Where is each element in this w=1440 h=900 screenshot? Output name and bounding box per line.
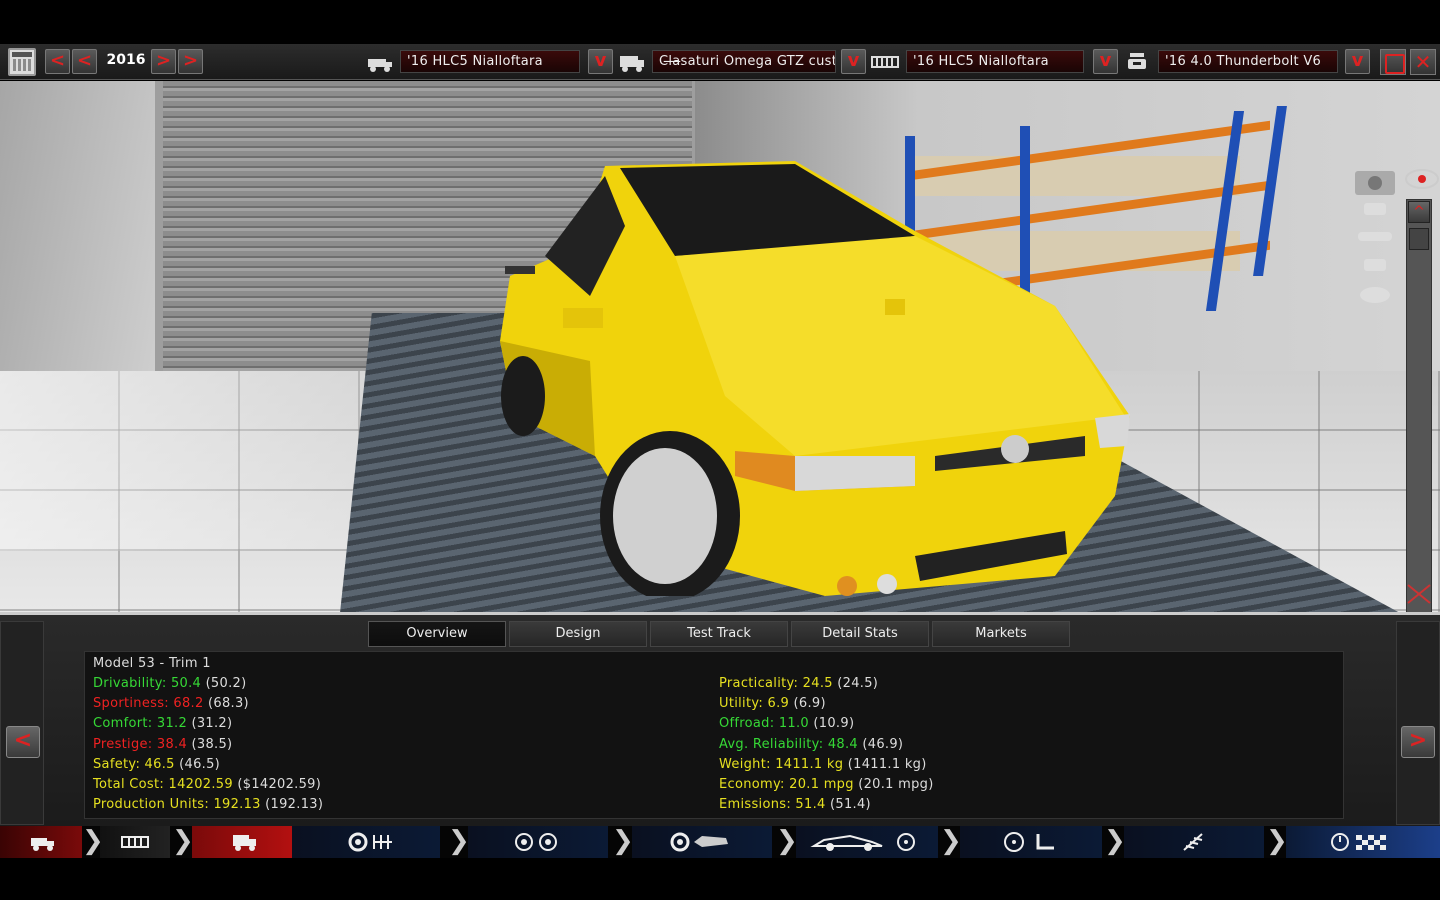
- year-forward-button[interactable]: >: [151, 49, 176, 74]
- stat-safety: Safety: 46.5 (46.5): [93, 756, 221, 772]
- chevron-right-icon: ❯: [1104, 826, 1126, 856]
- year-back-button[interactable]: <: [72, 49, 97, 74]
- chevron-right-icon: ❯: [940, 826, 962, 856]
- tab-test-track[interactable]: Test Track: [650, 621, 788, 647]
- step-suspension[interactable]: [1124, 826, 1264, 858]
- stat-sportiness: Sportiness: 68.2 (68.3): [93, 696, 249, 712]
- step-engine[interactable]: [292, 826, 440, 858]
- step-aero[interactable]: [632, 826, 772, 858]
- stat-production-units: Production Units: 192.13 (192.13): [93, 797, 324, 813]
- stat-offroad: Offroad: 11.0 (10.9): [719, 716, 855, 732]
- trim-title: Model 53 - Trim 1: [93, 656, 211, 671]
- step-testing[interactable]: [1286, 826, 1440, 858]
- camera-icon[interactable]: [1355, 171, 1395, 195]
- info-panel: < > Overview Design Test Track Detail St…: [0, 612, 1440, 826]
- top-toolbar: < < 2016 > > '16 HLC5 Nialloftara v Cl̶a…: [0, 44, 1440, 80]
- chevron-right-icon: ❯: [1266, 826, 1288, 856]
- year-forward-fast-button[interactable]: >: [178, 49, 203, 74]
- stat-utility: Utility: 6.9 (6.9): [719, 696, 826, 712]
- zoom-scrollbar[interactable]: ^ v: [1406, 199, 1432, 612]
- workflow-nav: ❯ ❯ ❯ ❯ ❯ ❯ ❯ ❯: [0, 826, 1440, 858]
- stat-practicality: Practicality: 24.5 (24.5): [719, 676, 879, 691]
- suspension-spring-icon: [1183, 833, 1203, 851]
- chassis-select[interactable]: '16 HLC5 Nialloftara: [906, 50, 1084, 73]
- reset-view-icon[interactable]: [1404, 581, 1434, 607]
- car-model[interactable]: [495, 156, 1145, 596]
- overview-stats: Model 53 - Trim 1 Drivability: 50.4 (50.…: [84, 651, 1344, 819]
- scroll-up-button[interactable]: ^: [1408, 201, 1430, 223]
- gear-shift-icon: [348, 832, 392, 852]
- aero-icon: [670, 832, 728, 852]
- step-chassis[interactable]: [100, 826, 170, 858]
- panel-tabs: Overview Design Test Track Detail Stats …: [368, 621, 1072, 647]
- stats-right-column: Practicality: 24.5 (24.5) Utility: 6.9 (…: [719, 674, 934, 815]
- tab-markets[interactable]: Markets: [932, 621, 1070, 647]
- save-icon[interactable]: [1380, 49, 1406, 75]
- stat-reliability: Avg. Reliability: 48.4 (46.9): [719, 736, 904, 752]
- stat-total-cost: Total Cost: 14202.59 ($14202.59): [93, 777, 322, 793]
- chevron-right-icon: ❯: [448, 826, 470, 856]
- panel-next-button[interactable]: >: [1401, 726, 1435, 758]
- platform-dropdown-button[interactable]: v: [588, 49, 613, 74]
- view-top-icon[interactable]: [1360, 287, 1390, 303]
- view-side-icon[interactable]: [1358, 232, 1392, 241]
- view-front-icon[interactable]: [1364, 203, 1386, 215]
- chassis-frame-icon: [871, 56, 899, 68]
- model-dropdown-button[interactable]: v: [841, 49, 866, 74]
- engine-dropdown-button[interactable]: v: [1345, 49, 1370, 74]
- stat-weight: Weight: 1411.1 kg (1411.1 kg): [719, 756, 927, 772]
- chassis-dropdown-button[interactable]: v: [1093, 49, 1118, 74]
- chassis-frame-icon: [121, 836, 149, 848]
- platform-select[interactable]: '16 HLC5 Nialloftara: [400, 50, 580, 73]
- tab-design[interactable]: Design: [509, 621, 647, 647]
- stats-left-column: Drivability: 50.4 (50.2) Sportiness: 68.…: [93, 674, 323, 815]
- wheels-icon: [515, 833, 557, 851]
- platform-car-icon: [368, 59, 392, 72]
- step-model[interactable]: [0, 826, 82, 858]
- chevron-right-icon: ❯: [776, 826, 798, 856]
- tab-detail-stats[interactable]: Detail Stats: [791, 621, 929, 647]
- eye-icon[interactable]: [1405, 169, 1439, 189]
- model-van-icon: [620, 56, 644, 72]
- model-car-icon: [31, 838, 54, 851]
- panel-side-right: >: [1396, 621, 1440, 825]
- step-wheels[interactable]: [468, 826, 608, 858]
- calendar-icon[interactable]: [8, 48, 36, 76]
- chevron-right-icon: ❯: [612, 826, 634, 856]
- stat-emissions: Emissions: 51.4 (51.4): [719, 797, 871, 813]
- car-fan-icon: [810, 833, 915, 851]
- stopwatch-flag-icon: [1331, 833, 1386, 851]
- stat-comfort: Comfort: 31.2 (31.2): [93, 716, 233, 732]
- close-button[interactable]: ✕: [1410, 49, 1436, 75]
- year-back-fast-button[interactable]: <: [45, 49, 70, 74]
- chevron-right-icon: ❯: [82, 826, 104, 856]
- panel-side-left: <: [0, 621, 44, 825]
- year-display: 2016: [106, 52, 146, 68]
- steering-seat-icon: [1004, 832, 1054, 852]
- tab-overview[interactable]: Overview: [368, 621, 506, 647]
- step-cooling[interactable]: [796, 826, 938, 858]
- engine-select[interactable]: '16 4.0 Thunderbolt V6: [1158, 50, 1338, 73]
- scroll-thumb[interactable]: [1409, 228, 1429, 250]
- model-select[interactable]: Cl̶a̶saturi Omega GTZ custom: [652, 50, 836, 73]
- step-body[interactable]: [192, 826, 292, 858]
- panel-prev-button[interactable]: <: [6, 726, 40, 758]
- stat-drivability: Drivability: 50.4 (50.2): [93, 676, 247, 691]
- body-van-icon: [233, 835, 256, 851]
- car-3d-viewport[interactable]: ^ v: [0, 81, 1440, 612]
- chevron-right-icon: ❯: [172, 826, 194, 856]
- step-interior[interactable]: [960, 826, 1102, 858]
- view-rear-icon[interactable]: [1364, 259, 1386, 271]
- stat-prestige: Prestige: 38.4 (38.5): [93, 736, 233, 752]
- stat-economy: Economy: 20.1 mpg (20.1 mpg): [719, 777, 934, 793]
- engine-icon: [1128, 53, 1146, 69]
